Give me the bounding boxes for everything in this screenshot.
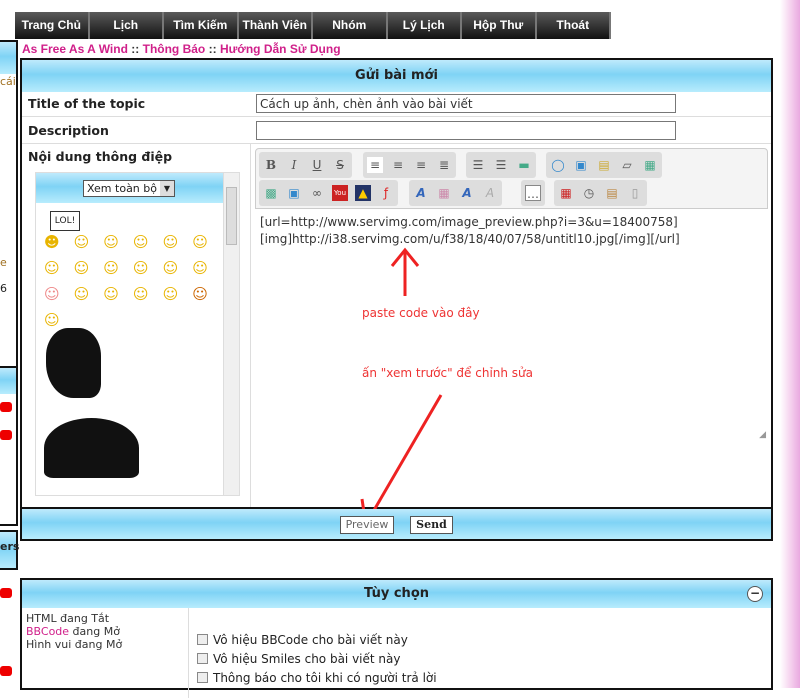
options-checks: Vô hiệu BBCode cho bài viết này Vô hiệu …	[197, 630, 437, 687]
arrow-down-left-icon	[360, 394, 443, 529]
checkbox-label: Thông báo cho tôi khi có người trả lời	[213, 670, 437, 685]
submit-bar	[20, 509, 773, 541]
checkbox-label: Vô hiệu BBCode cho bài viết này	[213, 632, 408, 647]
status-key[interactable]: BBCode	[26, 625, 69, 638]
disable-bbcode-checkbox[interactable]: Vô hiệu BBCode cho bài viết này	[197, 630, 437, 649]
checkbox-label: Vô hiệu Smiles cho bài viết này	[213, 651, 401, 666]
status-value: đang Mở	[71, 638, 123, 651]
disable-smilies-checkbox[interactable]: Vô hiệu Smiles cho bài viết này	[197, 649, 437, 668]
options-status: HTML đang Tắt BBCode đang Mở Hình vui đa…	[26, 612, 122, 651]
notify-reply-checkbox[interactable]: Thông báo cho tôi khi có người trả lời	[197, 668, 437, 687]
options-header: Tùy chọn −	[22, 580, 771, 608]
status-key: Hình vui	[26, 638, 72, 651]
collapse-icon[interactable]: −	[747, 586, 763, 602]
preview-button[interactable]: Preview	[340, 516, 394, 534]
status-key: HTML	[26, 612, 57, 625]
arrow-up-icon	[390, 247, 420, 296]
options-title: Tùy chọn	[363, 586, 430, 601]
send-button[interactable]: Send	[410, 516, 453, 534]
options-panel: Tùy chọn − HTML đang Tắt BBCode đang Mở …	[20, 578, 773, 698]
status-value: đang Tắt	[56, 612, 110, 625]
status-value: đang Mở	[69, 625, 120, 638]
